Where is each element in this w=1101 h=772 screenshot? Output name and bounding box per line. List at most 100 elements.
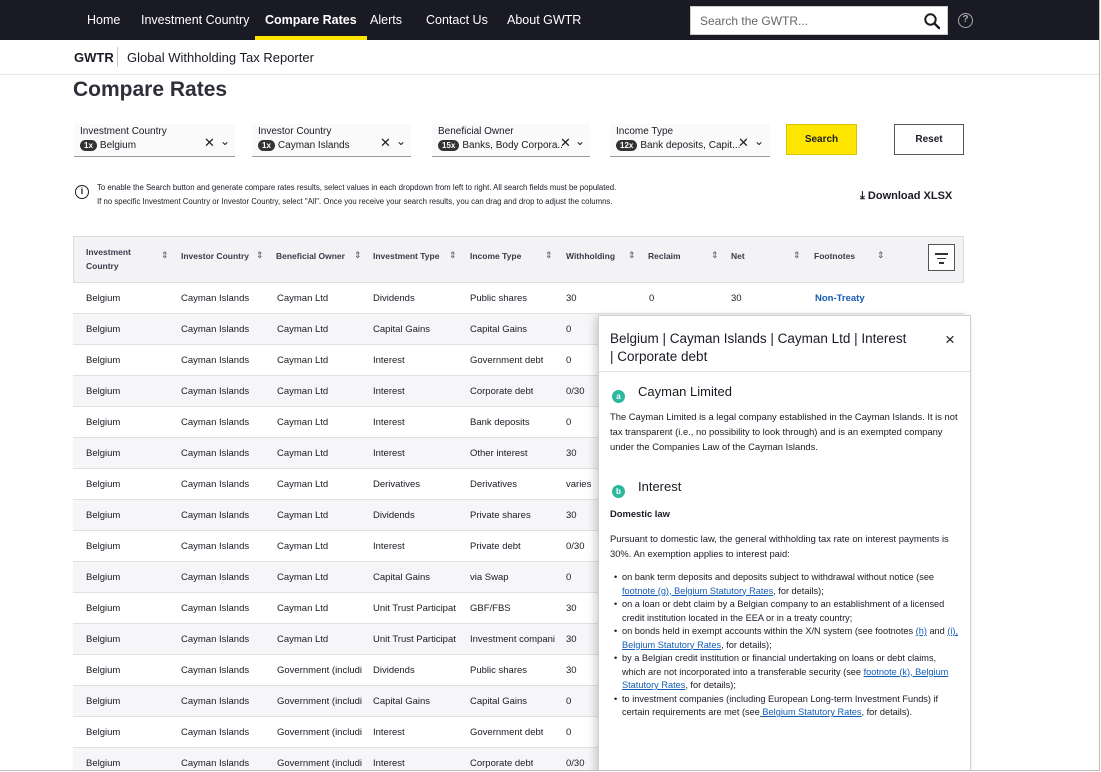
clear-icon[interactable]: ✕ xyxy=(380,135,391,151)
chevron-down-icon[interactable]: ⌄ xyxy=(220,134,230,148)
header-withholding[interactable]: Withholding xyxy=(566,249,615,263)
clear-icon[interactable]: ✕ xyxy=(738,135,749,151)
entity-description: The Cayman Limited is a legal company es… xyxy=(610,411,958,452)
cell-income-type: Investment compani xyxy=(470,634,556,645)
nav-home[interactable]: Home xyxy=(87,0,120,40)
reset-button[interactable]: Reset xyxy=(894,124,964,155)
app-frame: Home Investment Country Compare Rates Al… xyxy=(0,0,1100,771)
nav-compare-rates[interactable]: Compare Rates xyxy=(255,0,367,40)
filter-value: 1x Cayman Islands xyxy=(258,140,376,151)
cell-beneficial-owner: Government (includi xyxy=(277,727,363,738)
cell-income-type: Government debt xyxy=(470,355,544,366)
cell-investment-type: Interest xyxy=(373,758,405,769)
nav-contact-us[interactable]: Contact Us xyxy=(426,0,488,40)
sort-icon[interactable]: ⇕ xyxy=(877,250,885,261)
cell-income-type: Public shares xyxy=(470,293,528,304)
sort-icon[interactable]: ⇕ xyxy=(354,250,362,261)
sort-icon[interactable]: ⇕ xyxy=(161,250,169,261)
cell-beneficial-owner: Cayman Ltd xyxy=(277,541,329,552)
info-icon: i xyxy=(75,185,89,199)
header-income-type[interactable]: Income Type xyxy=(470,249,521,263)
download-label: Download XLSX xyxy=(867,190,953,202)
cell-investor-country: Cayman Islands xyxy=(181,386,250,397)
sort-icon[interactable]: ⇕ xyxy=(793,250,801,261)
cell-withholding: 30 xyxy=(566,293,577,304)
download-xlsx-button[interactable]: ⤓ Download XLSX xyxy=(860,190,952,203)
close-icon[interactable]: × xyxy=(945,330,955,350)
cell-investor-country: Cayman Islands xyxy=(181,541,250,552)
search-button[interactable]: Search xyxy=(786,124,857,155)
filter-beneficial-owner[interactable]: Beneficial Owner 15x Banks, Body Corpora.… xyxy=(432,124,590,157)
cell-investment-country: Belgium xyxy=(86,293,121,304)
search-icon[interactable] xyxy=(923,12,941,30)
list-item: to investment companies (including Europ… xyxy=(610,693,962,720)
statutory-rates-link[interactable]: Belgium Statutory Rates xyxy=(760,707,861,717)
cell-investment-country: Belgium xyxy=(86,758,121,769)
cell-investor-country: Cayman Islands xyxy=(181,355,250,366)
filter-value: 12x Bank deposits, Capit... xyxy=(616,140,740,151)
cell-investment-country: Belgium xyxy=(86,355,121,366)
sort-icon[interactable]: ⇕ xyxy=(628,250,636,261)
search-input[interactable] xyxy=(691,7,911,34)
chevron-down-icon[interactable]: ⌄ xyxy=(396,134,406,148)
statutory-rates-link[interactable]: footnote (g), Belgium Statutory Rates xyxy=(622,586,773,596)
sort-icon[interactable]: ⇕ xyxy=(545,250,553,261)
breadcrumb-current: Global Withholding Tax Reporter xyxy=(127,50,314,65)
footnote-link[interactable]: Non-Treaty xyxy=(815,293,865,304)
filter-income-type[interactable]: Income Type 12x Bank deposits, Capit... ✕… xyxy=(610,124,770,157)
domestic-law-text: Pursuant to domestic law, the general wi… xyxy=(610,533,949,559)
filter-investment-country[interactable]: Investment Country 1x Belgium ✕ ⌄ xyxy=(74,124,235,157)
cell-investment-country: Belgium xyxy=(86,448,121,459)
subheading-domestic-law: Domestic law xyxy=(610,508,670,519)
nav-investment-country[interactable]: Investment Country xyxy=(141,0,249,40)
footnote-h-link[interactable]: (h) xyxy=(916,626,927,636)
cell-income-type: Corporate debt xyxy=(470,758,534,769)
cell-investor-country: Cayman Islands xyxy=(181,417,250,428)
cell-investment-type: Capital Gains xyxy=(373,324,431,335)
header-investment-country[interactable]: Investment Country xyxy=(86,245,146,273)
header-investor-country[interactable]: Investor Country xyxy=(181,249,249,263)
chevron-down-icon[interactable]: ⌄ xyxy=(575,134,585,148)
download-icon: ⤓ xyxy=(860,190,868,202)
cell-withholding: 0 xyxy=(566,727,572,738)
sort-icon[interactable]: ⇕ xyxy=(711,250,719,261)
cell-income-type: Other interest xyxy=(470,448,528,459)
section-heading-entity: Cayman Limited xyxy=(638,384,732,399)
cell-investment-country: Belgium xyxy=(86,417,121,428)
cell-investment-country: Belgium xyxy=(86,634,121,645)
cell-investor-country: Cayman Islands xyxy=(181,665,250,676)
count-badge: 12x xyxy=(616,140,638,151)
table-row[interactable]: Belgium Cayman Islands Cayman Ltd Divide… xyxy=(73,283,964,314)
cell-investment-type: Dividends xyxy=(373,293,415,304)
cell-reclaim: 0 xyxy=(649,293,655,304)
cell-investment-country: Belgium xyxy=(86,510,121,521)
column-filter-button[interactable] xyxy=(928,244,955,271)
cell-investment-type: Dividends xyxy=(373,510,415,521)
nav-about-gwtr[interactable]: About GWTR xyxy=(507,0,581,40)
cell-beneficial-owner: Cayman Ltd xyxy=(277,634,329,645)
help-icon[interactable]: ? xyxy=(958,13,973,28)
cell-investment-type: Interest xyxy=(373,417,405,428)
cell-beneficial-owner: Cayman Ltd xyxy=(277,603,329,614)
filter-label: Investment Country xyxy=(80,126,167,137)
filter-investor-country[interactable]: Investor Country 1x Cayman Islands ✕ ⌄ xyxy=(252,124,411,157)
header-reclaim[interactable]: Reclaim xyxy=(648,249,681,263)
breadcrumb-root[interactable]: GWTR xyxy=(74,50,114,65)
cell-investment-country: Belgium xyxy=(86,603,121,614)
clear-icon[interactable]: ✕ xyxy=(204,135,215,151)
sort-icon[interactable]: ⇕ xyxy=(449,250,457,261)
header-beneficial-owner[interactable]: Beneficial Owner xyxy=(276,249,345,263)
header-net[interactable]: Net xyxy=(731,249,745,263)
global-search xyxy=(690,6,948,35)
sort-icon[interactable]: ⇕ xyxy=(256,250,264,261)
chevron-down-icon[interactable]: ⌄ xyxy=(754,134,764,148)
nav-alerts[interactable]: Alerts xyxy=(370,0,402,40)
cell-withholding: 0 xyxy=(566,355,572,366)
cell-withholding: 0 xyxy=(566,572,572,583)
header-footnotes[interactable]: Footnotes xyxy=(814,249,855,263)
list-text: on bank term deposits and deposits subje… xyxy=(622,572,935,582)
clear-icon[interactable]: ✕ xyxy=(560,135,571,151)
header-investment-type[interactable]: Investment Type xyxy=(373,249,439,263)
cell-income-type: Private shares xyxy=(470,510,531,521)
cell-income-type: Capital Gains xyxy=(470,696,528,707)
